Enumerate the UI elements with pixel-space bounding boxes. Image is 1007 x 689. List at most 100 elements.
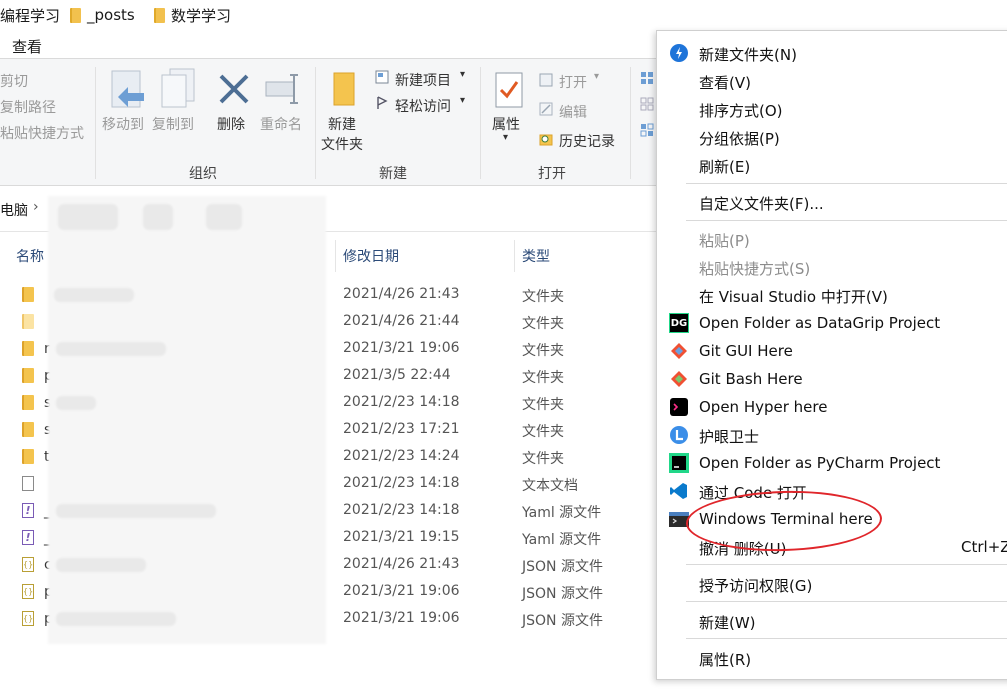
properties-icon	[495, 72, 523, 108]
column-header-name[interactable]: 名称	[16, 246, 44, 266]
file-modified-date: 2021/3/21 19:06	[343, 583, 460, 599]
folder-icon	[22, 395, 34, 410]
menu-item-label: Open Hyper here	[699, 398, 828, 416]
file-type: 文件夹	[522, 289, 564, 305]
properties-label: 属性	[492, 117, 520, 133]
menu-item-new-folder[interactable]: 新建文件夹(N)	[657, 39, 1007, 67]
edit-icon	[539, 102, 553, 116]
menu-item-shortcut: Ctrl+Z	[961, 538, 1007, 556]
organize-group-label: 组织	[189, 166, 217, 182]
new-item-label: 新建项目	[395, 73, 451, 89]
text-file-icon	[22, 476, 34, 491]
file-modified-date: 2021/3/21 19:15	[343, 529, 460, 545]
dropdown-arrow-icon: ▾	[460, 95, 466, 106]
delete-icon	[219, 74, 249, 104]
menu-item-open-visual-studio[interactable]: 在 Visual Studio 中打开(V)	[657, 281, 1007, 309]
group-separator	[630, 67, 631, 179]
folder-icon	[22, 422, 34, 437]
address-root[interactable]: 电脑	[0, 200, 28, 220]
menu-separator	[686, 220, 1007, 221]
file-modified-date: 2021/2/23 14:18	[343, 394, 460, 410]
copy-to-label: 复制到	[152, 117, 194, 133]
column-header-type[interactable]: 类型	[522, 246, 550, 266]
move-to-icon	[111, 70, 144, 108]
menu-item-label: Git Bash Here	[699, 370, 803, 388]
menu-item-label: 自定义文件夹(F)...	[699, 195, 824, 213]
menu-item-sort-by[interactable]: 排序方式(O)	[657, 95, 1007, 123]
open-group-label: 打开	[538, 166, 566, 182]
cut-button[interactable]: 剪切	[0, 71, 28, 91]
menu-item-label: 查看(V)	[699, 74, 751, 92]
file-type: JSON 源文件	[522, 559, 603, 575]
menu-separator	[686, 183, 1007, 184]
menu-item-label: Open Folder as DataGrip Project	[699, 314, 941, 332]
file-modified-date: 2021/4/26 21:44	[343, 313, 460, 329]
menu-item-paste[interactable]: 粘贴(P)	[657, 225, 1007, 253]
copy-path-button[interactable]: 复制路径	[0, 97, 56, 117]
menu-separator	[686, 601, 1007, 602]
menu-item-eye-guard[interactable]: 护眼卫士	[657, 421, 1007, 449]
menu-item-label: 护眼卫士	[699, 428, 760, 446]
delete-label: 删除	[217, 117, 245, 133]
column-header-modified[interactable]: 修改日期	[343, 246, 399, 266]
file-type: 文件夹	[522, 397, 564, 413]
menu-item-hyper[interactable]: Open Hyper here	[657, 393, 1007, 421]
new-folder-icon	[333, 72, 355, 106]
open-icon	[539, 73, 553, 87]
eye-guard-icon	[670, 426, 688, 444]
breadcrumb-label: _posts	[87, 6, 135, 24]
breadcrumb-item[interactable]: 数学学习	[154, 5, 231, 25]
menu-item-git-gui[interactable]: Git GUI Here	[657, 337, 1007, 365]
open-label: 打开	[559, 75, 587, 91]
folder-icon	[154, 7, 165, 23]
menu-separator	[686, 564, 1007, 565]
folder-icon	[22, 314, 34, 329]
dropdown-arrow-icon: ▾	[460, 69, 466, 80]
group-separator	[480, 67, 481, 179]
menu-item-pycharm[interactable]: Open Folder as PyCharm Project	[657, 449, 1007, 477]
file-modified-date: 2021/3/5 22:44	[343, 367, 451, 383]
invert-selection-icon[interactable]	[640, 123, 654, 137]
column-divider[interactable]	[335, 240, 336, 272]
menu-item-customize-folder[interactable]: 自定义文件夹(F)...	[657, 188, 1007, 216]
file-type: 文件夹	[522, 316, 564, 332]
new-item-icon	[375, 70, 389, 84]
breadcrumb-item[interactable]: _posts	[70, 5, 135, 25]
breadcrumb-item[interactable]: 编程学习	[0, 5, 60, 25]
menu-item-paste-shortcut[interactable]: 粘贴快捷方式(S)	[657, 253, 1007, 281]
menu-item-view[interactable]: 查看(V)	[657, 67, 1007, 95]
select-none-icon[interactable]	[640, 97, 654, 111]
menu-item-datagrip[interactable]: DG Open Folder as DataGrip Project	[657, 309, 1007, 337]
menu-item-git-bash[interactable]: Git Bash Here	[657, 365, 1007, 393]
file-modified-date: 2021/2/23 14:18	[343, 502, 460, 518]
file-modified-date: 2021/2/23 14:18	[343, 475, 460, 491]
folder-icon	[22, 368, 34, 383]
tab-view[interactable]: 查看	[12, 36, 42, 57]
paste-shortcut-button[interactable]: 粘贴快捷方式	[0, 123, 84, 143]
file-type: 文件夹	[522, 451, 564, 467]
folder-icon	[22, 287, 34, 302]
file-modified-date: 2021/3/21 19:06	[343, 340, 460, 356]
menu-item-label: 粘贴(P)	[699, 232, 750, 250]
menu-item-label: 新建文件夹(N)	[699, 46, 797, 64]
dropdown-arrow-icon: ▾	[503, 132, 509, 143]
pycharm-icon	[669, 453, 689, 473]
context-menu: 新建文件夹(N) 查看(V) 排序方式(O) 分组依据(P) 刷新(E) 自定义…	[656, 30, 1007, 680]
chevron-right-icon[interactable]: ›	[33, 199, 39, 215]
menu-item-grant-access[interactable]: 授予访问权限(G)	[657, 570, 1007, 598]
select-all-icon[interactable]	[640, 71, 654, 85]
file-type: Yaml 源文件	[522, 505, 602, 521]
git-bash-icon	[671, 371, 687, 387]
menu-item-new[interactable]: 新建(W)	[657, 607, 1007, 635]
easy-access-label: 轻松访问	[395, 99, 451, 115]
group-separator	[95, 67, 96, 179]
menu-item-refresh[interactable]: 刷新(E)	[657, 151, 1007, 179]
menu-item-label: Git GUI Here	[699, 342, 793, 360]
menu-item-label: 授予访问权限(G)	[699, 577, 813, 595]
file-type: JSON 源文件	[522, 613, 603, 629]
menu-item-group-by[interactable]: 分组依据(P)	[657, 123, 1007, 151]
menu-separator	[686, 638, 1007, 639]
column-divider[interactable]	[514, 240, 515, 272]
hyper-icon	[670, 398, 688, 416]
menu-item-properties[interactable]: 属性(R)	[657, 644, 1007, 672]
